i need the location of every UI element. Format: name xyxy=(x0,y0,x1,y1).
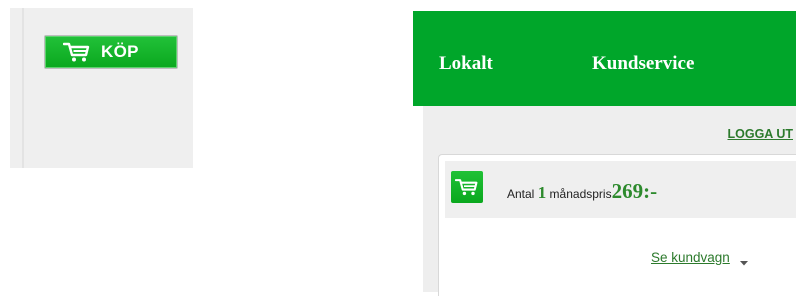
cart-monthly-price: 269:- xyxy=(611,179,658,203)
nav-item-kundservice[interactable]: Kundservice xyxy=(592,53,694,75)
chevron-down-icon xyxy=(739,254,749,265)
view-cart-link[interactable]: Se kundvagn xyxy=(651,250,730,265)
cart-summary-text: Antal 1 månadspris269:- xyxy=(507,179,657,204)
cart-quantity: 1 xyxy=(537,183,547,202)
cart-widget: Antal 1 månadspris269:- Se kundvagn xyxy=(438,154,796,296)
logout-link[interactable]: LOGGA UT xyxy=(727,127,793,141)
cart-summary: Antal 1 månadspris269:- xyxy=(445,161,796,218)
cart-icon[interactable] xyxy=(451,171,483,203)
panel-divider xyxy=(22,8,24,168)
monthly-price-label: månadspris xyxy=(549,187,612,201)
nav-item-lokalt[interactable]: Lokalt xyxy=(439,53,493,75)
quantity-label: Antal xyxy=(507,187,535,201)
buy-button[interactable]: KÖP xyxy=(44,35,178,69)
account-area: LOGGA UT Antal 1 månadspris269:- Se kund… xyxy=(423,106,796,296)
view-cart-toggle[interactable]: Se kundvagn xyxy=(651,250,749,265)
cart-icon xyxy=(63,41,93,63)
buy-button-label: KÖP xyxy=(101,42,139,61)
right-panel: Lokalt Kundservice LOGGA UT Antal 1 måna… xyxy=(413,11,796,296)
left-panel: KÖP xyxy=(10,8,193,168)
top-navigation-bar: Lokalt Kundservice xyxy=(413,11,796,106)
